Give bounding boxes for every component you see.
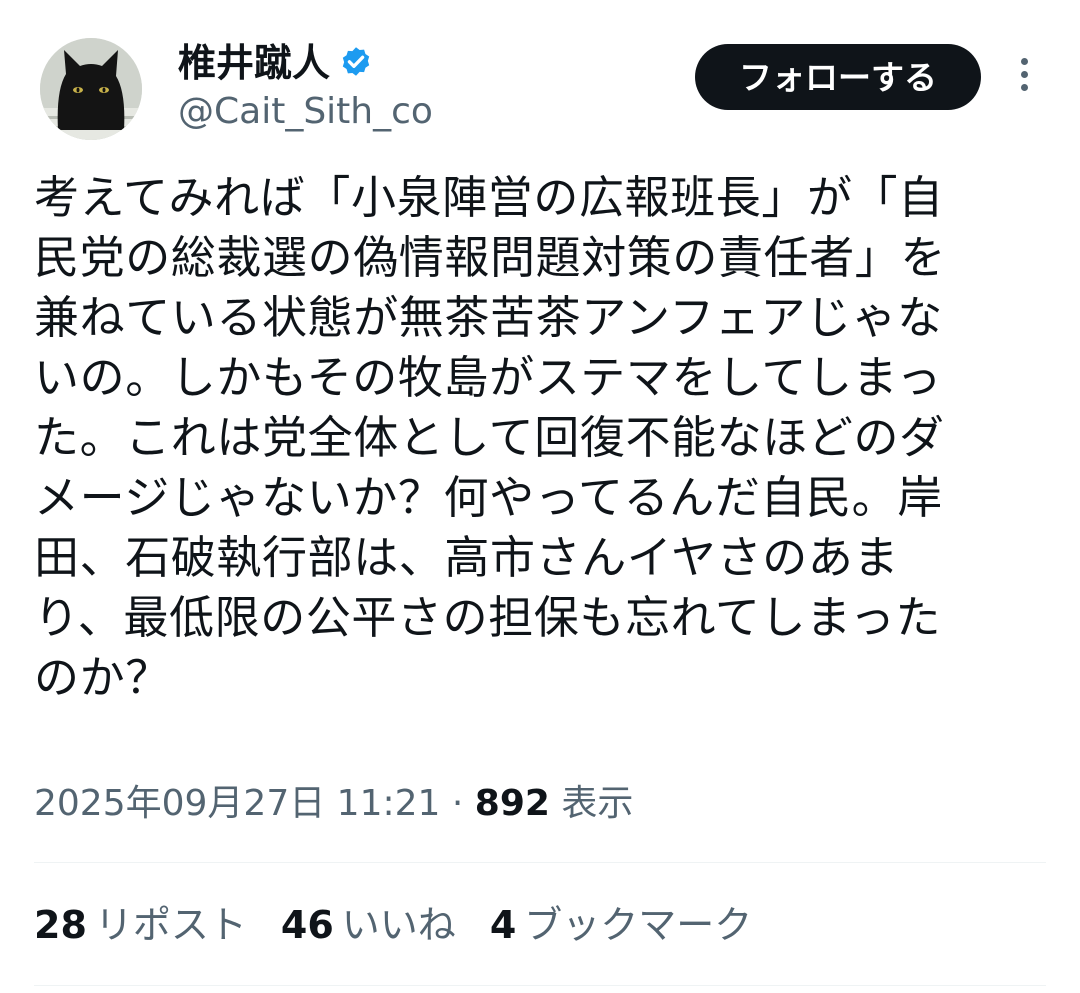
likes-stat[interactable]: 46 いいね (281, 900, 456, 950)
tweet-text-line: り、最低限の公平さの担保も忘れてしまった (34, 591, 942, 644)
bookmarks-count: 4 (489, 903, 517, 947)
views-label: 表示 (561, 783, 634, 824)
tweet-text: 考えてみれば「小泉陣営の広報班長」が「自 民党の総裁選の偽情報問題対策の責任者」… (34, 168, 1044, 708)
author-handle[interactable]: @Cait_Sith_co (178, 90, 433, 134)
author-display-name[interactable]: 椎井蹴人 (178, 40, 374, 86)
tweet-header: 椎井蹴人 @Cait_Sith_co フォローする (0, 0, 1080, 160)
bookmarks-label: ブックマーク (524, 903, 753, 947)
avatar[interactable] (40, 38, 142, 140)
tweet-text-line: 田、石破執行部は、高市さんイヤさのあま (34, 531, 900, 584)
bookmarks-stat[interactable]: 4 ブックマーク (490, 900, 752, 950)
likes-count: 46 (280, 903, 334, 947)
tweet-timestamp[interactable]: 2025年09月27日 11:21 (34, 783, 440, 824)
more-vertical-icon[interactable] (1012, 58, 1036, 98)
follow-button[interactable]: フォローする (695, 44, 981, 110)
meta-separator: · (451, 783, 464, 824)
tweet-text-line: 民党の総裁選の偽情報問題対策の責任者」を (34, 231, 947, 284)
reposts-label: リポスト (94, 903, 247, 947)
views-count: 892 (474, 783, 550, 824)
tweet-text-line: のか？ (34, 651, 171, 704)
reposts-stat[interactable]: 28 リポスト (34, 900, 247, 950)
author-name-text: 椎井蹴人 (178, 41, 331, 85)
tweet-text-line: 考えてみれば「小泉陣営の広報班長」が「自 (34, 171, 944, 224)
tweet-text-line: いの。しかもその牧島がステマをしてしまっ (34, 351, 942, 404)
divider (34, 985, 1046, 986)
reposts-count: 28 (34, 903, 87, 947)
tweet-text-line: 兼ねている状態が無茶苦茶アンフェアじゃな (34, 291, 943, 344)
divider (34, 862, 1046, 863)
verified-badge-icon (338, 45, 374, 81)
engagement-stats: 28 リポスト 46 いいね 4 ブックマーク (34, 900, 786, 950)
tweet-text-line: た。これは党全体として回復不能なほどのダ (34, 411, 945, 464)
tweet-text-line: メージじゃないか？何やってるんだ自民。岸 (34, 471, 943, 524)
tweet-meta: 2025年09月27日 11:21 · 892 表示 (34, 780, 633, 828)
black-cat-avatar-icon (40, 38, 142, 140)
likes-label: いいね (341, 903, 456, 947)
